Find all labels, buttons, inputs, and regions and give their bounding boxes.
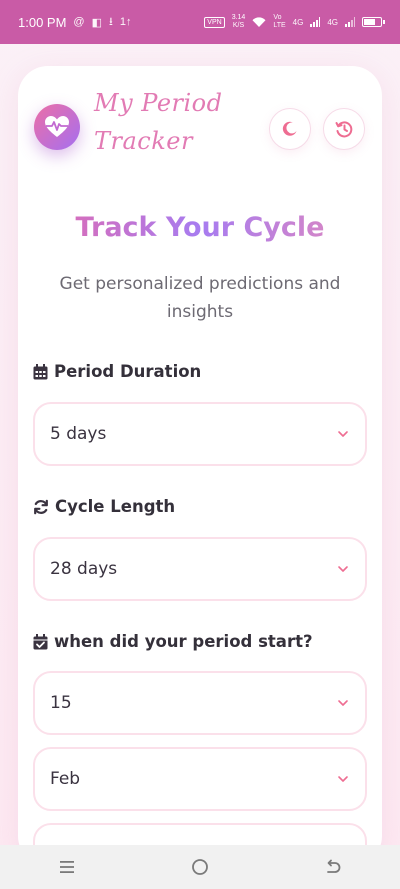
signal-icon-2 <box>345 17 355 27</box>
heart-pulse-icon <box>45 116 69 137</box>
speed-value: 3.14 <box>231 14 246 21</box>
chevron-down-icon <box>338 566 348 572</box>
cycle-length-select[interactable]: 28 days <box>33 537 367 601</box>
start-day-value: 15 <box>50 693 72 713</box>
app-logo <box>34 104 80 150</box>
home-button[interactable] <box>180 852 220 882</box>
recent-apps-button[interactable] <box>47 852 87 882</box>
back-button[interactable] <box>313 852 353 882</box>
cycle-length-value: 28 days <box>50 559 118 579</box>
system-nav-bar <box>0 845 400 889</box>
signal-icon <box>310 17 321 27</box>
sync-icon <box>34 499 48 514</box>
period-start-label: when did your period start? <box>33 632 313 651</box>
app-title: My Period Tracker <box>94 88 244 156</box>
menu-icon <box>59 861 74 873</box>
start-day-select[interactable]: 15 <box>33 671 367 735</box>
calendar-icon <box>33 363 48 379</box>
app-title-line2: Tracker <box>94 127 193 155</box>
status-bar: 1:00 PM @ ◧ ⭳ 1↑ VPN 3.14 K/S Vo LTE 4G 4… <box>0 0 400 44</box>
app-title-line1: My Period <box>94 89 223 117</box>
period-duration-value: 5 days <box>50 424 107 444</box>
page-subtitle: Get personalized predictions and insight… <box>59 274 341 322</box>
battery-icon <box>362 17 385 27</box>
download-check-icon: ⭳ <box>109 15 113 28</box>
moon-icon <box>282 121 297 136</box>
outlook-icon: ◧ <box>91 16 102 29</box>
wifi-icon <box>252 16 266 27</box>
network-type-1: 4G <box>292 17 304 27</box>
status-time: 1:00 PM <box>18 14 67 30</box>
history-icon <box>335 121 353 138</box>
battery-fill <box>364 19 375 25</box>
start-month-select[interactable]: Feb <box>33 747 367 811</box>
cycle-length-label-text: Cycle Length <box>55 497 176 516</box>
network-type-2: 4G <box>327 17 338 27</box>
home-circle-icon <box>192 859 208 875</box>
page-title: Track Your Cycle <box>18 212 382 243</box>
threads-icon: @ <box>73 16 85 28</box>
volte-icon: Vo LTE <box>273 14 286 29</box>
start-month-value: Feb <box>50 769 81 789</box>
chevron-down-icon <box>338 431 348 437</box>
speed-unit: K/S <box>232 22 245 29</box>
history-button[interactable] <box>323 108 365 150</box>
back-icon <box>327 859 341 873</box>
cycle-length-label: Cycle Length <box>33 497 175 516</box>
theme-toggle-button[interactable] <box>269 108 311 150</box>
vpn-badge: VPN <box>204 16 225 28</box>
calendar-check-icon <box>33 633 48 649</box>
upload-icon: 1↑ <box>119 16 132 28</box>
chevron-down-icon <box>338 776 348 782</box>
main-card: My Period Tracker Track Your Cycle Get p… <box>18 66 382 887</box>
chevron-down-icon <box>338 700 348 706</box>
period-duration-label: Period Duration <box>33 362 201 381</box>
period-duration-label-text: Period Duration <box>54 362 202 381</box>
period-duration-select[interactable]: 5 days <box>33 402 367 466</box>
period-start-label-text: when did your period start? <box>54 632 313 651</box>
network-speed: 3.14 K/S <box>232 14 246 30</box>
